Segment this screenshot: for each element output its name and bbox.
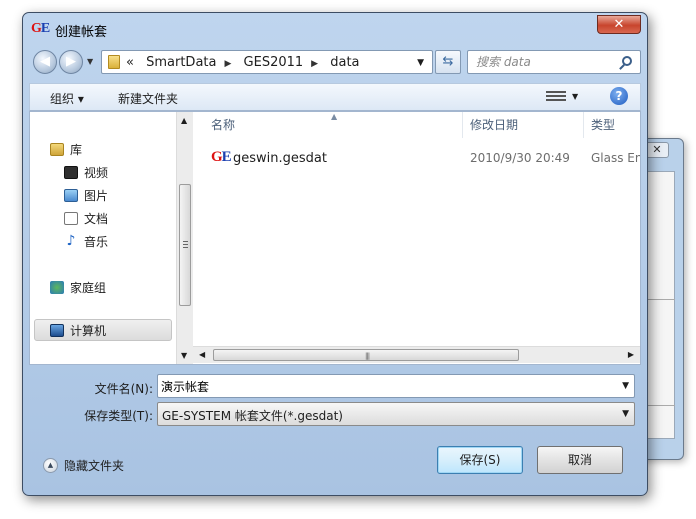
sort-ascending-icon: ▲ (331, 112, 338, 121)
sidebar-item-label: 图片 (84, 188, 109, 203)
search-input[interactable] (476, 52, 616, 72)
library-icon (50, 142, 64, 156)
address-dropdown-icon[interactable]: ▼ (417, 58, 424, 68)
breadcrumb-item-smartdata[interactable]: SmartData (146, 55, 216, 70)
title-bar: GE 创建帐套 ✕ (23, 13, 647, 43)
save-type-label: 保存类型(T): (84, 409, 153, 423)
breadcrumb-item-data[interactable]: data (330, 55, 359, 70)
breadcrumb-overflow[interactable]: « (126, 55, 134, 70)
file-name: geswin.gesdat (233, 151, 327, 166)
sidebar-item-label: 库 (70, 142, 83, 157)
close-button[interactable]: ✕ (597, 15, 641, 34)
background-close-icon[interactable]: ✕ (645, 142, 669, 158)
cancel-button[interactable]: 取消 (537, 446, 623, 474)
file-row[interactable]: GE geswin.gesdat 2010/9/30 20:49 Glass E… (207, 148, 640, 168)
views-icon[interactable] (546, 89, 566, 103)
picture-icon (64, 188, 78, 202)
new-folder-button[interactable]: 新建文件夹 (118, 90, 178, 107)
hide-folders-label: 隐藏文件夹 (64, 459, 125, 473)
dialog-title: 创建帐套 (55, 25, 108, 40)
navigation-row: ◀ ▶ ▼ « SmartData ▶ GES2011 ▶ data ▼ ⇆ (29, 49, 641, 75)
sidebar-item-label: 计算机 (70, 323, 107, 338)
hide-folders-toggle[interactable]: ▲ 隐藏文件夹 (43, 457, 124, 474)
save-type-select[interactable]: GE-SYSTEM 帐套文件(*.gesdat) ▼ (157, 402, 635, 426)
back-button[interactable]: ◀ (33, 50, 57, 74)
file-type: Glass Eng (591, 151, 640, 165)
browser-panes: 库 视频 图片 文档 ♪ 音乐 家庭组 计算机 ▲ ▼ ▲ 名称 修改日期 类型… (29, 111, 641, 365)
scrollbar-thumb[interactable]: ||| (213, 349, 519, 361)
sidebar-item-label: 音乐 (84, 234, 109, 249)
save-type-value: GE-SYSTEM 帐套文件(*.gesdat) (162, 409, 343, 423)
sidebar-item-documents[interactable]: 文档 (64, 209, 108, 227)
views-dropdown-icon[interactable]: ▼ (572, 92, 578, 101)
chevron-right-icon[interactable]: ▶ (224, 59, 231, 69)
ges-file-icon: GE (211, 149, 232, 165)
filename-label: 文件名(N): (94, 382, 153, 396)
sidebar-item-libraries[interactable]: 库 (50, 140, 82, 158)
column-header-date[interactable]: 修改日期 (470, 112, 518, 138)
sidebar-item-homegroup[interactable]: 家庭组 (50, 278, 106, 296)
breadcrumb: « SmartData ▶ GES2011 ▶ data (126, 55, 368, 70)
command-toolbar: 组织 ▾ 新建文件夹 ▼ ? (29, 83, 641, 111)
chevron-down-icon[interactable]: ▼ (622, 381, 629, 391)
background-window-content (647, 171, 675, 439)
scroll-right-icon[interactable]: ▶ (628, 350, 634, 359)
sidebar-item-computer[interactable]: 计算机 (50, 321, 106, 339)
chevron-right-icon[interactable]: ▶ (311, 59, 318, 69)
homegroup-icon (50, 280, 64, 294)
chevron-up-icon: ▲ (43, 458, 58, 473)
scroll-left-icon[interactable]: ◀ (199, 350, 205, 359)
sidebar-item-label: 视频 (84, 165, 109, 180)
scrollbar-thumb[interactable] (179, 184, 191, 306)
file-list-pane: ▲ 名称 修改日期 类型 GE geswin.gesdat 2010/9/30 … (193, 112, 640, 364)
file-list-scrollbar[interactable]: ◀ ||| ▶ (193, 346, 640, 363)
navigation-scrollbar[interactable]: ▲ ▼ (176, 112, 193, 364)
organize-button[interactable]: 组织 ▾ (50, 90, 84, 107)
chevron-down-icon[interactable]: ▼ (622, 409, 629, 419)
help-icon[interactable]: ? (610, 87, 628, 105)
column-header-type[interactable]: 类型 (591, 112, 615, 138)
music-note-icon: ♪ (66, 232, 76, 249)
address-bar[interactable]: « SmartData ▶ GES2011 ▶ data ▼ (101, 50, 433, 74)
sidebar-item-pictures[interactable]: 图片 (64, 186, 108, 204)
document-icon (64, 211, 78, 225)
navigation-pane: 库 视频 图片 文档 ♪ 音乐 家庭组 计算机 (30, 112, 176, 364)
app-logo-icon: GE (31, 21, 50, 36)
save-button[interactable]: 保存(S) (437, 446, 523, 474)
column-header-name[interactable]: 名称 (211, 112, 235, 138)
scroll-down-icon[interactable]: ▼ (181, 351, 187, 360)
save-dialog: GE 创建帐套 ✕ ◀ ▶ ▼ « SmartData ▶ GES2011 ▶ da… (22, 12, 648, 496)
file-date: 2010/9/30 20:49 (470, 151, 570, 165)
filename-combobox[interactable]: ▼ (157, 374, 635, 398)
search-box[interactable] (467, 50, 641, 74)
recent-pages-dropdown-icon[interactable]: ▼ (87, 57, 93, 66)
sidebar-item-label: 家庭组 (70, 280, 107, 295)
computer-icon (50, 323, 64, 337)
folder-icon (108, 55, 120, 69)
breadcrumb-item-ges2011[interactable]: GES2011 (244, 55, 304, 70)
video-icon (64, 165, 78, 179)
search-icon[interactable] (622, 56, 632, 66)
filename-input[interactable] (161, 376, 601, 396)
refresh-button[interactable]: ⇆ (435, 50, 461, 74)
scroll-up-icon[interactable]: ▲ (181, 116, 187, 125)
forward-button[interactable]: ▶ (59, 50, 83, 74)
sidebar-item-videos[interactable]: 视频 (64, 163, 108, 181)
sidebar-item-music[interactable]: ♪ 音乐 (64, 232, 108, 250)
sidebar-item-label: 文档 (84, 211, 109, 226)
